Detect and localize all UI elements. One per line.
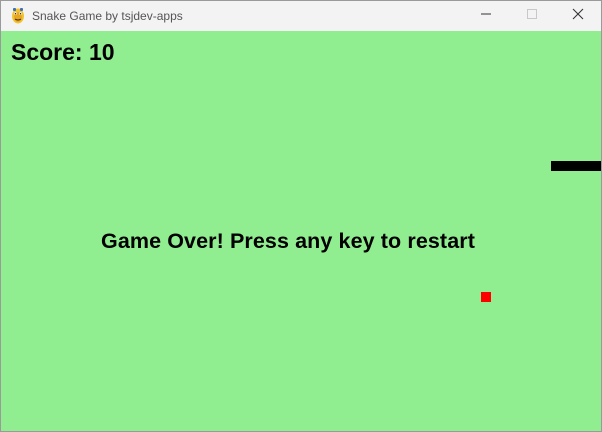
score-label: Score: 10 bbox=[11, 39, 115, 65]
python-icon bbox=[10, 7, 26, 25]
snake-body bbox=[551, 161, 601, 171]
game-window: Snake Game by tsjdev-apps Score: 10 Game… bbox=[0, 0, 602, 432]
maximize-button[interactable] bbox=[509, 1, 555, 31]
title-bar[interactable]: Snake Game by tsjdev-apps bbox=[1, 1, 601, 31]
minimize-icon bbox=[480, 7, 492, 25]
maximize-icon bbox=[526, 7, 538, 25]
food-pellet bbox=[481, 292, 491, 302]
game-over-message: Game Over! Press any key to restart bbox=[101, 229, 475, 253]
close-icon bbox=[572, 7, 584, 25]
game-canvas[interactable]: Score: 10 Game Over! Press any key to re… bbox=[1, 31, 601, 431]
minimize-button[interactable] bbox=[463, 1, 509, 31]
close-button[interactable] bbox=[555, 1, 601, 31]
window-title: Snake Game by tsjdev-apps bbox=[32, 9, 183, 23]
